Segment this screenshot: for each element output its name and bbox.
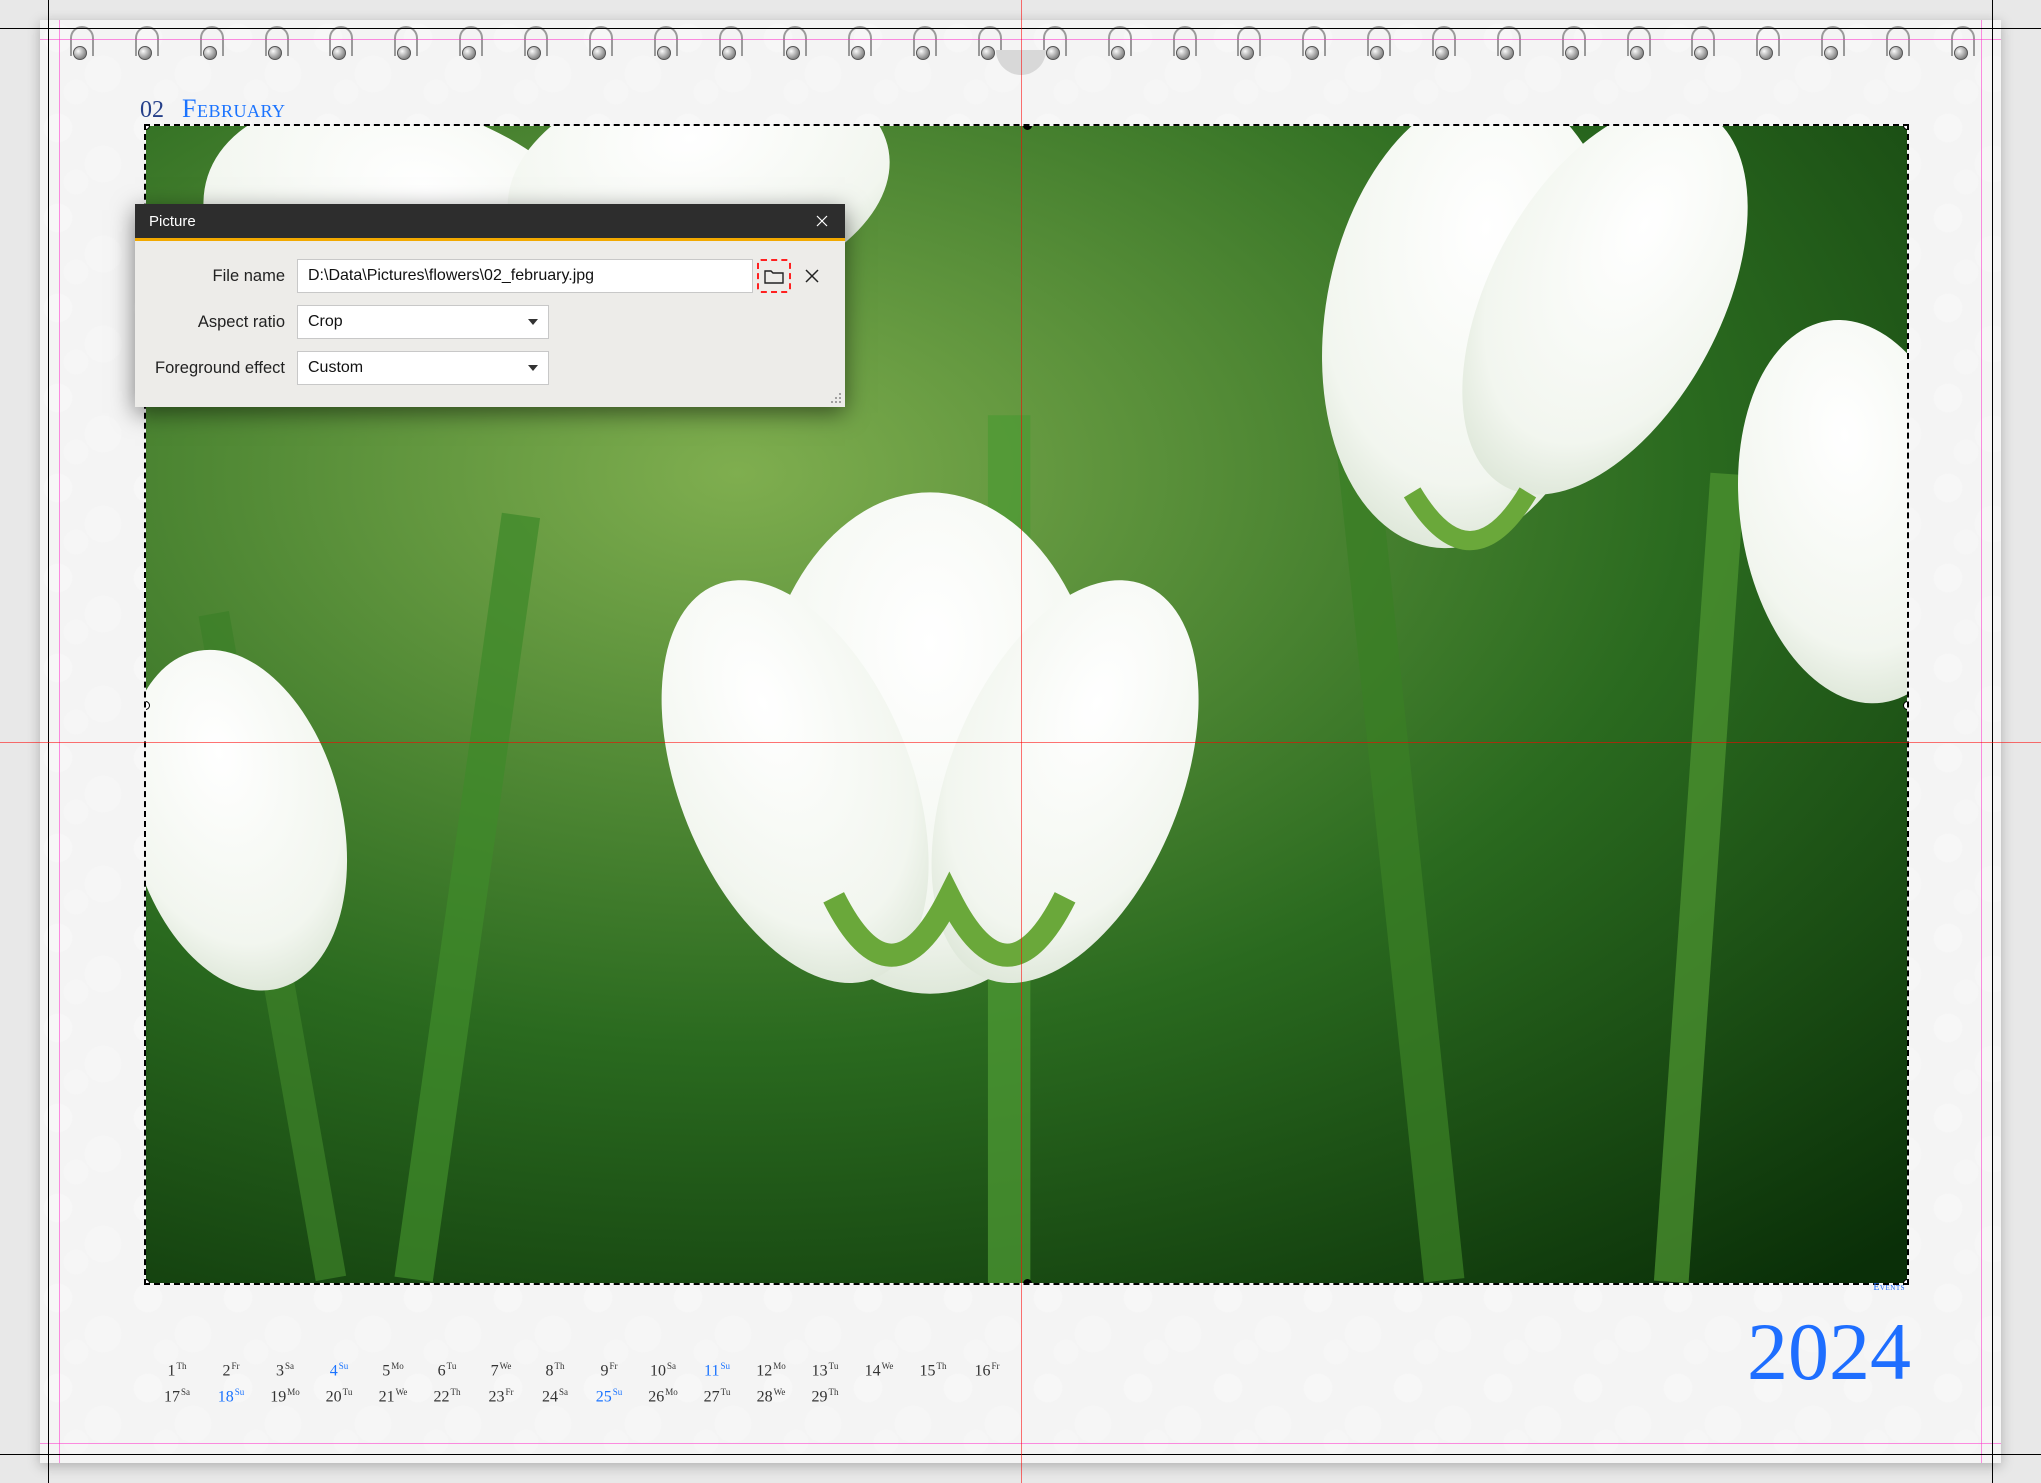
aspect-ratio-select[interactable]: Crop	[297, 305, 549, 339]
close-icon	[816, 215, 828, 227]
day-cell: 9Fr	[582, 1358, 636, 1383]
month-name: February	[182, 94, 285, 124]
day-cell: 22Th	[420, 1384, 474, 1409]
day-cell: 28We	[744, 1384, 798, 1409]
center-guide-vertical	[1021, 0, 1022, 1483]
day-cell: 18Su	[204, 1384, 258, 1409]
aspect-ratio-value: Crop	[308, 313, 343, 331]
day-cell: 15Th	[906, 1358, 960, 1383]
foreground-effect-value: Custom	[308, 359, 363, 377]
picture-dialog[interactable]: Picture File name D:\Data\Pictures\flowe…	[135, 204, 845, 407]
foreground-effect-select[interactable]: Custom	[297, 351, 549, 385]
day-cell: 5Mo	[366, 1358, 420, 1383]
dialog-resize-grip[interactable]	[830, 392, 842, 404]
day-cell: 19Mo	[258, 1384, 312, 1409]
month-number: 02	[140, 97, 164, 124]
dialog-titlebar[interactable]: Picture	[135, 204, 845, 238]
day-cell: 12Mo	[744, 1358, 798, 1383]
day-cell: 17Sa	[150, 1384, 204, 1409]
dialog-title: Picture	[149, 213, 196, 230]
day-cell: 8Th	[528, 1358, 582, 1383]
day-cell: 23Fr	[474, 1384, 528, 1409]
day-cell: 24Sa	[528, 1384, 582, 1409]
folder-icon	[764, 268, 784, 284]
day-cell: 10Sa	[636, 1358, 690, 1383]
clear-file-button[interactable]	[795, 259, 829, 293]
year-label: 2024	[1747, 1305, 1911, 1399]
day-cell: 11Su	[690, 1358, 744, 1383]
day-cell: 29Th	[798, 1384, 852, 1409]
day-cell: 1Th	[150, 1358, 204, 1383]
day-cell: 6Tu	[420, 1358, 474, 1383]
day-cell: 16Fr	[960, 1358, 1014, 1383]
grip-icon	[830, 392, 842, 404]
resize-handle[interactable]	[1023, 1279, 1032, 1285]
dates-grid: 1Th2Fr3Sa4Su5Mo6Tu7We8Th9Fr10Sa11Su12Mo1…	[150, 1358, 1020, 1409]
day-cell: 20Tu	[312, 1384, 366, 1409]
aspect-ratio-label: Aspect ratio	[151, 313, 297, 332]
day-cell: 4Su	[312, 1358, 366, 1383]
resize-handle[interactable]	[1903, 701, 1909, 710]
day-cell: 3Sa	[258, 1358, 312, 1383]
resize-handle[interactable]	[1023, 124, 1032, 130]
day-cell: 25Su	[582, 1384, 636, 1409]
day-cell: 14We	[852, 1358, 906, 1383]
browse-button[interactable]	[757, 259, 791, 293]
close-icon	[804, 268, 820, 284]
foreground-effect-label: Foreground effect	[151, 359, 297, 378]
file-name-value: D:\Data\Pictures\flowers\02_february.jpg	[308, 267, 594, 285]
day-cell: 26Mo	[636, 1384, 690, 1409]
resize-handle[interactable]	[1903, 124, 1909, 130]
day-cell: 27Tu	[690, 1384, 744, 1409]
day-cell: 21We	[366, 1384, 420, 1409]
month-header: 02 February	[140, 94, 285, 124]
day-cell: 13Tu	[798, 1358, 852, 1383]
resize-handle[interactable]	[144, 1279, 150, 1285]
file-name-input[interactable]: D:\Data\Pictures\flowers\02_february.jpg	[297, 259, 753, 293]
dialog-body: File name D:\Data\Pictures\flowers\02_fe…	[135, 241, 845, 407]
dialog-close-button[interactable]	[809, 208, 835, 234]
day-cell: 7We	[474, 1358, 528, 1383]
day-cell: 2Fr	[204, 1358, 258, 1383]
file-name-label: File name	[151, 267, 297, 286]
events-label: Events	[1873, 1282, 1905, 1293]
resize-handle[interactable]	[144, 701, 150, 710]
